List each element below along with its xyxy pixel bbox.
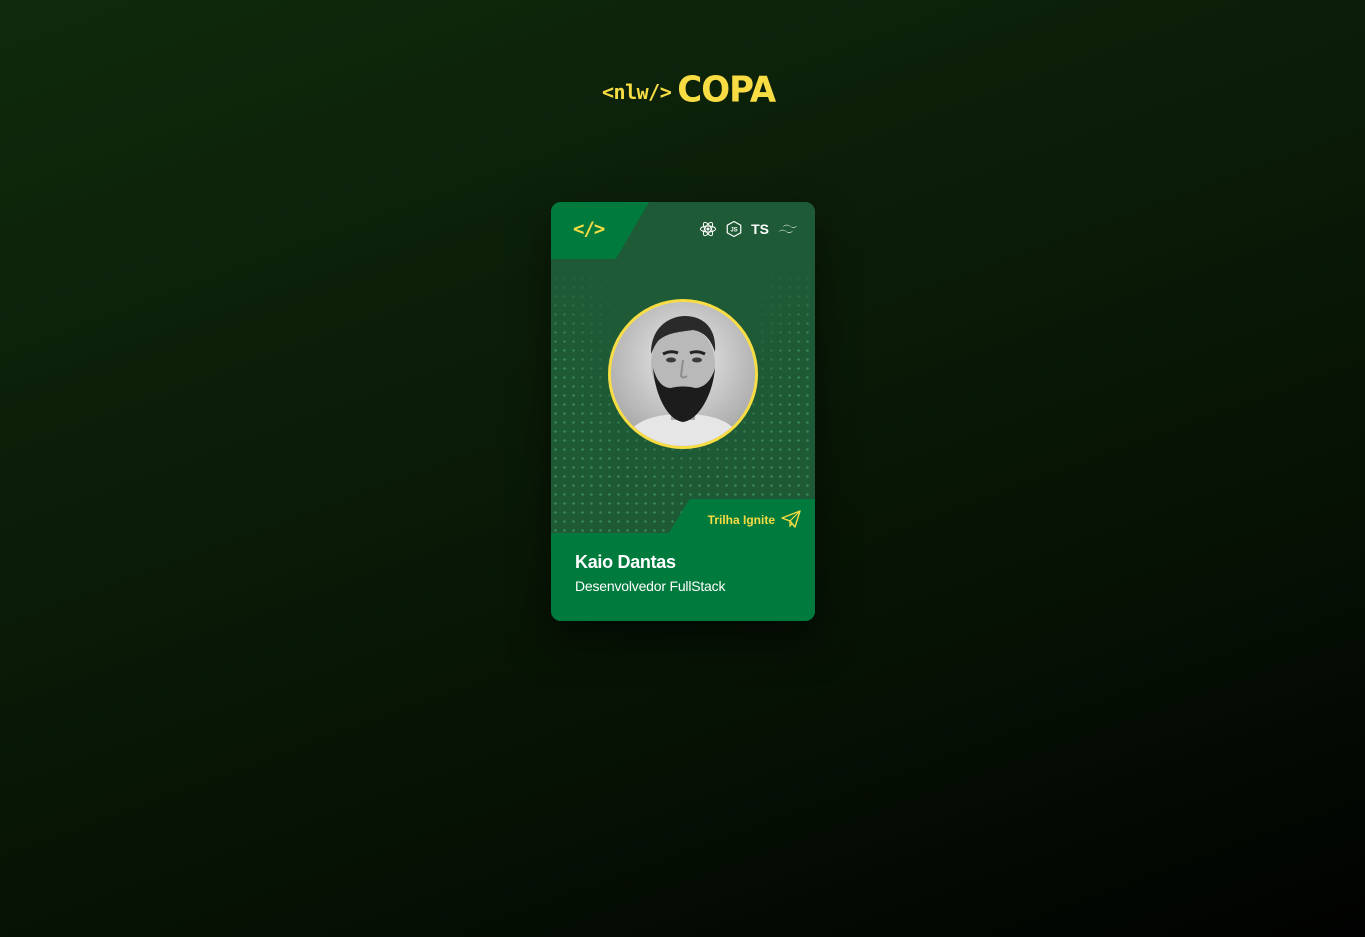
card-info-section [551, 533, 815, 621]
react-icon [699, 220, 717, 238]
svg-text:JS: JS [730, 228, 737, 234]
tech-stack-icons: JS TS [699, 220, 799, 238]
logo-title: COPA [677, 69, 776, 111]
trail-label: Trilha Ignite [707, 513, 775, 527]
nlw-copa-logo: <nlw/> COPA [602, 69, 776, 111]
tailwind-icon [777, 222, 799, 236]
person-name: Kaio Dantas [575, 552, 676, 572]
paper-plane-icon [781, 510, 801, 533]
typescript-icon: TS [751, 221, 769, 237]
logo-prefix: <nlw/> [602, 80, 672, 104]
person-role: Desenvolvedor FullStack [575, 578, 726, 594]
profile-card: </> JS TS Trilha Ignite Kaio Dantas Dese… [551, 202, 815, 621]
avatar [608, 299, 758, 449]
nodejs-icon: JS [725, 220, 743, 238]
code-icon: </> [573, 218, 605, 240]
